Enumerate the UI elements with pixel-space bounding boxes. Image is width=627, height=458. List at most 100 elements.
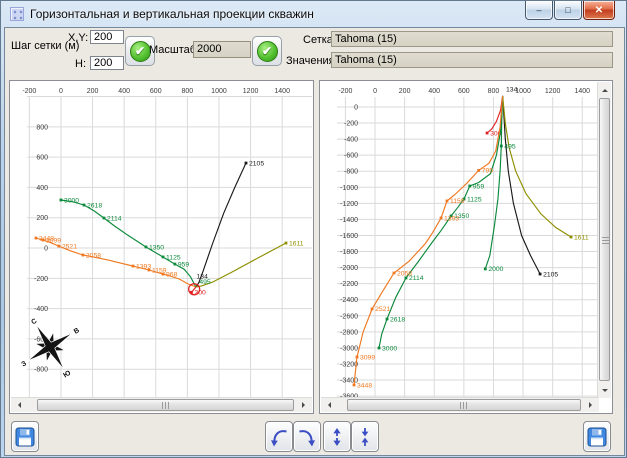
station-marker [486, 132, 489, 135]
xy-input[interactable]: 200 [90, 30, 124, 44]
station-marker [57, 245, 60, 248]
xy-label: X,Y: [68, 32, 88, 44]
svg-text:-2600: -2600 [340, 313, 358, 320]
svg-text:1200: 1200 [243, 88, 259, 95]
station-marker [162, 256, 165, 259]
svg-text:-3000: -3000 [340, 345, 358, 352]
values-font-label: Значения [286, 55, 335, 67]
scroll-right-arrow[interactable] [296, 398, 312, 412]
svg-text:-200: -200 [344, 121, 358, 128]
station-marker [484, 268, 487, 271]
horizontal-scrollbar[interactable] [11, 397, 312, 412]
grid [337, 97, 598, 398]
scrollbar-thumb[interactable] [37, 399, 294, 411]
station-marker [145, 246, 148, 249]
cluster-label: 134 [506, 87, 518, 94]
station-marker [356, 356, 359, 359]
station-marker [378, 347, 381, 350]
station-label: 3099 [360, 354, 375, 361]
svg-text:400: 400 [36, 185, 48, 192]
svg-text:-2000: -2000 [340, 265, 358, 272]
horizontal-scrollbar[interactable] [321, 397, 599, 412]
scroll-left-arrow[interactable] [321, 398, 337, 412]
scroll-down-arrow[interactable] [598, 383, 611, 398]
minimize-button[interactable]: – [525, 1, 553, 20]
svg-text:800: 800 [182, 88, 194, 95]
station-marker [440, 217, 443, 220]
apply-scale-button[interactable]: ✔ [252, 36, 282, 66]
vertical-scrollbar[interactable] [597, 82, 611, 398]
station-label: 1611 [289, 240, 304, 247]
redo-curved-arrow-icon [296, 426, 318, 448]
scrollbar-thumb[interactable] [347, 399, 581, 411]
station-marker [477, 169, 480, 172]
vertical-projection-chart[interactable]: -20002004006008001000120014000-200-400-6… [321, 82, 599, 398]
vertical-projection-panel: -20002004006008001000120014000-200-400-6… [319, 80, 613, 414]
svg-text:-200: -200 [34, 276, 48, 283]
svg-text:1400: 1400 [574, 88, 590, 95]
scroll-up-arrow[interactable] [598, 82, 611, 97]
series-well-3000: 95911251350211426183000 [378, 96, 503, 352]
compass-west-label: З [21, 360, 29, 369]
h-label: H: [75, 58, 86, 70]
compass-south-label: Ю [62, 370, 72, 380]
svg-text:-200: -200 [338, 88, 352, 95]
expand-vertical-button[interactable] [323, 421, 351, 452]
dialog-content: Шаг сетки (м) X,Y: 200 H: 200 ✔ Масштаб … [5, 28, 624, 455]
station-label: 1125 [467, 196, 482, 203]
station-label: 300 [194, 290, 206, 297]
station-label: 1159 [450, 198, 465, 205]
compass-east-label: В [73, 327, 81, 336]
save-left-button[interactable] [11, 421, 39, 452]
grid-font-button[interactable]: Tahoma (15) [331, 31, 613, 47]
maximize-button[interactable]: □ [554, 1, 582, 20]
svg-text:200: 200 [399, 88, 411, 95]
values-font-button[interactable]: Tahoma (15) [331, 52, 613, 68]
station-marker [386, 318, 389, 321]
station-label: 3448 [357, 382, 372, 389]
svg-text:0: 0 [44, 246, 48, 253]
svg-text:1400: 1400 [274, 88, 290, 95]
compass-rose-icon: С В Ю З [10, 307, 90, 387]
close-button[interactable]: ✕ [583, 1, 615, 20]
stretch-vertical-icon [326, 426, 348, 448]
compass-north-label: С [30, 318, 38, 327]
station-marker [82, 254, 85, 257]
station-marker [468, 185, 471, 188]
scrollbar-thumb[interactable] [599, 98, 610, 381]
svg-text:-600: -600 [344, 153, 358, 160]
svg-text:-800: -800 [344, 169, 358, 176]
station-label: 2058 [397, 270, 412, 277]
save-floppy-icon [15, 427, 35, 447]
station-marker [245, 162, 248, 165]
svg-text:-2200: -2200 [340, 281, 358, 288]
station-marker [285, 242, 288, 245]
window-title: Горизонтальная и вертикальная проекции с… [30, 7, 314, 21]
station-label: 795 [482, 168, 494, 175]
station-label: 959 [473, 183, 485, 190]
station-label: 3448 [39, 235, 54, 242]
titlebar: Горизонтальная и вертикальная проекции с… [1, 1, 626, 28]
station-marker [371, 308, 374, 311]
svg-text:0: 0 [373, 88, 377, 95]
redo-button[interactable] [293, 421, 321, 452]
station-marker [132, 265, 135, 268]
station-label: 1125 [166, 254, 181, 261]
scroll-left-arrow[interactable] [11, 398, 27, 412]
fit-vertical-button[interactable] [351, 421, 379, 452]
h-input[interactable]: 200 [90, 56, 124, 70]
undo-button[interactable] [265, 421, 293, 452]
horizontal-projection-panel: -200020040060080010001200140080060040020… [9, 80, 314, 414]
grid-font-label: Сетка [303, 34, 333, 46]
save-right-button[interactable] [583, 421, 611, 452]
svg-text:-1000: -1000 [340, 185, 358, 192]
cluster-label: 495 [199, 279, 211, 286]
station-marker [393, 272, 396, 275]
svg-text:200: 200 [36, 215, 48, 222]
svg-text:400: 400 [118, 88, 130, 95]
station-marker [83, 204, 86, 207]
scroll-right-arrow[interactable] [583, 398, 599, 412]
station-marker [35, 237, 38, 240]
svg-text:600: 600 [458, 88, 470, 95]
scale-input[interactable]: 2000 [193, 41, 251, 58]
